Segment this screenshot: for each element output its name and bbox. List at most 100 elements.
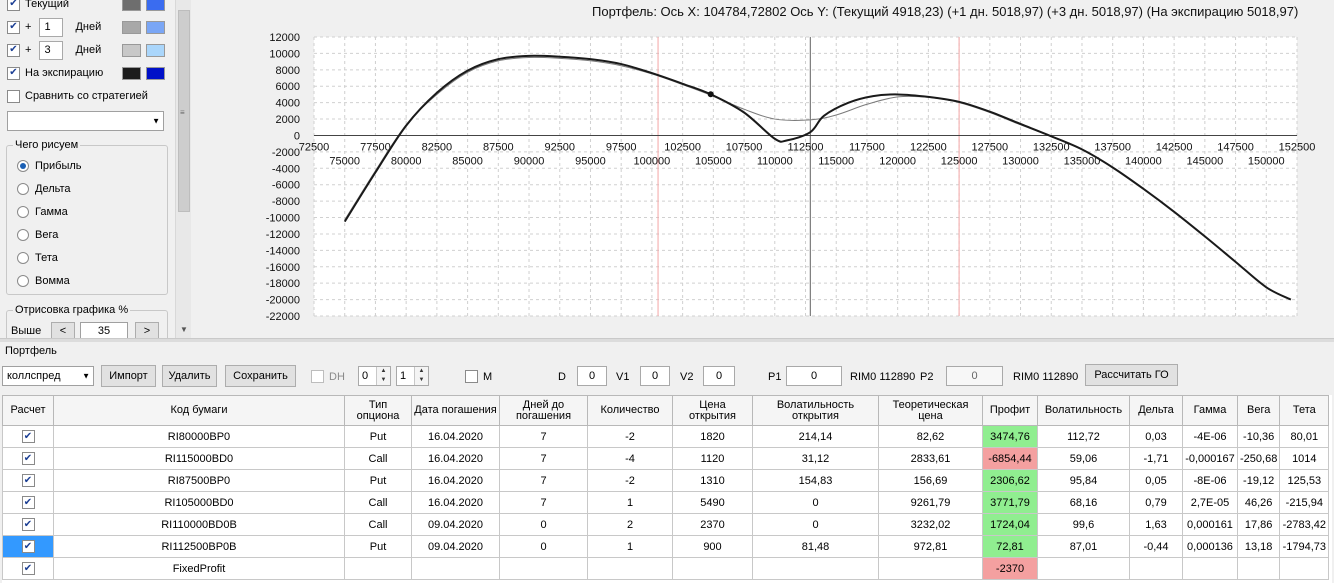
- line-color-swatch-alt[interactable]: [146, 43, 165, 57]
- radio-icon[interactable]: [17, 229, 29, 241]
- table-cell[interactable]: 5490: [672, 491, 753, 514]
- m-checkbox[interactable]: [465, 370, 478, 383]
- table-cell[interactable]: RI87500BP0: [53, 469, 345, 492]
- table-cell[interactable]: 81,48: [752, 535, 879, 558]
- table-cell[interactable]: 2833,61: [878, 447, 983, 470]
- plot-type-option[interactable]: Вега: [17, 229, 58, 241]
- table-cell[interactable]: [1182, 557, 1238, 580]
- table-cell[interactable]: 0,000136: [1182, 535, 1238, 558]
- portfolio-strategy-select[interactable]: коллспред ▼: [2, 366, 94, 386]
- table-cell[interactable]: 0,000161: [1182, 513, 1238, 536]
- table-cell[interactable]: Put: [344, 469, 412, 492]
- table-cell[interactable]: Put: [344, 535, 412, 558]
- calc-checkbox-cell[interactable]: ✔: [2, 535, 54, 558]
- table-cell[interactable]: [344, 557, 412, 580]
- table-cell[interactable]: Call: [344, 447, 412, 470]
- table-cell[interactable]: 72,81: [982, 535, 1038, 558]
- table-cell[interactable]: 0: [499, 513, 588, 536]
- delete-button[interactable]: Удалить: [162, 365, 217, 387]
- table-cell[interactable]: 16.04.2020: [411, 425, 500, 448]
- settings-scrollbar[interactable]: ≡ ▼: [175, 0, 191, 338]
- table-cell[interactable]: 0,03: [1129, 425, 1183, 448]
- table-cell[interactable]: 7: [499, 491, 588, 514]
- calc-checkbox-cell[interactable]: ✔: [2, 491, 54, 514]
- compare-strategy-row[interactable]: Сравнить со стратегией: [7, 88, 148, 104]
- plot-type-option[interactable]: Тета: [17, 252, 58, 264]
- table-cell[interactable]: 3232,02: [878, 513, 983, 536]
- percent-value[interactable]: 35: [80, 322, 128, 338]
- table-cell[interactable]: [411, 557, 500, 580]
- table-cell[interactable]: 2: [587, 513, 673, 536]
- calc-checkbox-cell[interactable]: ✔: [2, 425, 54, 448]
- table-cell[interactable]: -2: [587, 425, 673, 448]
- spin-arrows-icon[interactable]: ▲ ▼: [376, 367, 390, 385]
- table-cell[interactable]: 1,63: [1129, 513, 1183, 536]
- save-button[interactable]: Сохранить: [225, 365, 296, 387]
- dh-checkbox[interactable]: [311, 370, 324, 383]
- table-cell[interactable]: 82,62: [878, 425, 983, 448]
- table-cell[interactable]: -215,94: [1279, 491, 1330, 514]
- table-cell[interactable]: 09.04.2020: [411, 513, 500, 536]
- table-cell[interactable]: -6854,44: [982, 447, 1038, 470]
- table-row[interactable]: ✔ RI112500BP0B Put 09.04.2020 0 1 900 81,48 972,…: [2, 535, 1330, 558]
- table-cell[interactable]: 3474,76: [982, 425, 1038, 448]
- table-cell[interactable]: 1: [587, 491, 673, 514]
- table-cell[interactable]: 156,69: [878, 469, 983, 492]
- d-input[interactable]: 0: [577, 366, 607, 386]
- column-header[interactable]: Вега: [1236, 395, 1281, 426]
- table-cell[interactable]: 0,05: [1129, 469, 1183, 492]
- calc-checkbox[interactable]: ✔: [21, 496, 35, 510]
- table-cell[interactable]: [1037, 557, 1130, 580]
- series-checkbox[interactable]: ✔: [7, 0, 20, 11]
- prev-button[interactable]: <: [51, 322, 75, 338]
- table-cell[interactable]: [1279, 557, 1330, 580]
- table-cell[interactable]: 59,06: [1037, 447, 1130, 470]
- table-cell[interactable]: -1794,73: [1279, 535, 1330, 558]
- table-row[interactable]: ✔ RI80000BP0 Put 16.04.2020 7 -2 1820 214,14 82,…: [2, 425, 1330, 448]
- column-header[interactable]: Код бумаги: [53, 395, 345, 426]
- column-header[interactable]: Волатильность: [1037, 395, 1130, 426]
- table-cell[interactable]: 1724,04: [982, 513, 1038, 536]
- table-cell[interactable]: 1120: [672, 447, 753, 470]
- table-cell[interactable]: -2783,42: [1279, 513, 1330, 536]
- table-row[interactable]: ✔ RI105000BD0 Call 16.04.2020 7 1 5490 0 9261,79…: [2, 491, 1330, 514]
- table-cell[interactable]: -4: [587, 447, 673, 470]
- column-header[interactable]: Расчет: [2, 395, 54, 426]
- calc-checkbox-cell[interactable]: ✔: [2, 447, 54, 470]
- strategy-select[interactable]: ▼: [7, 111, 164, 131]
- column-header[interactable]: Профит: [982, 395, 1038, 426]
- table-cell[interactable]: 0: [752, 491, 879, 514]
- column-header[interactable]: Дней до погашения: [499, 395, 588, 426]
- table-cell[interactable]: Call: [344, 491, 412, 514]
- column-header[interactable]: Дельта: [1129, 395, 1183, 426]
- table-cell[interactable]: 1: [587, 535, 673, 558]
- series-checkbox[interactable]: ✔: [7, 20, 20, 34]
- dh-spin-1[interactable]: 0 ▲ ▼: [358, 366, 391, 386]
- table-cell[interactable]: 125,53: [1279, 469, 1330, 492]
- table-cell[interactable]: 87,01: [1037, 535, 1130, 558]
- radio-icon[interactable]: [17, 252, 29, 264]
- table-cell[interactable]: [672, 557, 753, 580]
- table-cell[interactable]: 214,14: [752, 425, 879, 448]
- table-cell[interactable]: 900: [672, 535, 753, 558]
- table-row[interactable]: ✔ RI87500BP0 Put 16.04.2020 7 -2 1310 154,83 156…: [2, 469, 1330, 492]
- next-button[interactable]: >: [135, 322, 159, 338]
- v2-input[interactable]: 0: [703, 366, 735, 386]
- column-header[interactable]: Теоретическая цена: [878, 395, 983, 426]
- table-row[interactable]: ✔ FixedProfit -2370: [2, 557, 1330, 580]
- table-cell[interactable]: Put: [344, 425, 412, 448]
- table-cell[interactable]: -4E-06: [1182, 425, 1238, 448]
- table-cell[interactable]: 2306,62: [982, 469, 1038, 492]
- plot-type-option[interactable]: Прибыль: [17, 160, 82, 172]
- series-row-3[interactable]: ✔ На экспирацию: [7, 65, 172, 81]
- line-color-swatch-alt[interactable]: [146, 20, 165, 34]
- v1-input[interactable]: 0: [640, 366, 670, 386]
- line-color-swatch[interactable]: [122, 20, 141, 34]
- table-cell[interactable]: [1236, 557, 1281, 580]
- table-cell[interactable]: 1310: [672, 469, 753, 492]
- table-cell[interactable]: 7: [499, 447, 588, 470]
- table-cell[interactable]: RI115000BD0: [53, 447, 345, 470]
- table-cell[interactable]: RI112500BP0B: [53, 535, 345, 558]
- table-cell[interactable]: 1014: [1279, 447, 1330, 470]
- scroll-down-icon[interactable]: ▼: [180, 325, 188, 334]
